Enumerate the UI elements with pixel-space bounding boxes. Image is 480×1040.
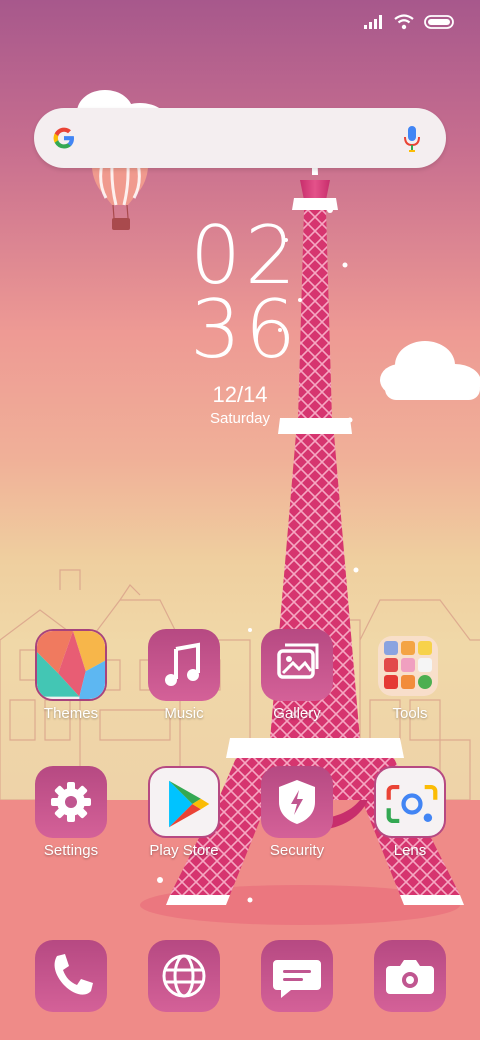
mic-icon[interactable] bbox=[400, 124, 424, 154]
app-label-gallery: Gallery bbox=[273, 705, 321, 722]
app-label-play-store: Play Store bbox=[149, 842, 219, 859]
dock-camera[interactable] bbox=[374, 940, 446, 1012]
status-bar bbox=[364, 10, 454, 34]
browser-globe-icon bbox=[162, 954, 206, 998]
phone-icon bbox=[54, 954, 93, 995]
shield-bolt-icon bbox=[279, 780, 315, 824]
app-label-settings: Settings bbox=[43, 842, 99, 859]
lens-icon bbox=[386, 784, 438, 824]
dock-browser[interactable] bbox=[148, 940, 220, 1012]
gear-icon bbox=[51, 782, 91, 822]
app-label-tools: Tools bbox=[392, 705, 428, 722]
dock-messages[interactable] bbox=[261, 940, 333, 1012]
app-security[interactable] bbox=[261, 766, 333, 838]
folder-tools[interactable] bbox=[378, 636, 438, 696]
app-label-security: Security bbox=[269, 842, 325, 859]
gallery-icon bbox=[277, 643, 319, 679]
google-search-bar[interactable] bbox=[34, 108, 446, 168]
app-themes[interactable] bbox=[35, 629, 107, 701]
battery-icon bbox=[424, 15, 454, 29]
app-label-lens: Lens bbox=[393, 842, 427, 859]
app-play-store[interactable] bbox=[148, 766, 220, 838]
music-note-icon bbox=[165, 642, 200, 686]
app-label-themes: Themes bbox=[43, 705, 99, 722]
clock-weekday: Saturday bbox=[209, 410, 271, 427]
play-store-icon bbox=[169, 780, 210, 828]
app-settings[interactable] bbox=[35, 766, 107, 838]
dock-phone[interactable] bbox=[35, 940, 107, 1012]
google-g-icon bbox=[53, 127, 74, 149]
app-lens[interactable] bbox=[374, 766, 446, 838]
folder-icon bbox=[384, 641, 432, 689]
app-label-music: Music bbox=[164, 705, 204, 722]
themes-icon bbox=[37, 631, 105, 699]
wifi-icon bbox=[394, 14, 414, 30]
camera-icon bbox=[386, 960, 434, 994]
home-screen: 02 36 12/14 Saturday Themes Music Galler… bbox=[0, 0, 480, 1040]
clock-date: 12/14 bbox=[212, 382, 268, 407]
messages-icon bbox=[273, 960, 321, 998]
app-music[interactable] bbox=[148, 629, 220, 701]
app-gallery[interactable] bbox=[261, 629, 333, 701]
clock-minutes[interactable]: 36 bbox=[190, 290, 300, 370]
signal-icon bbox=[364, 15, 382, 29]
